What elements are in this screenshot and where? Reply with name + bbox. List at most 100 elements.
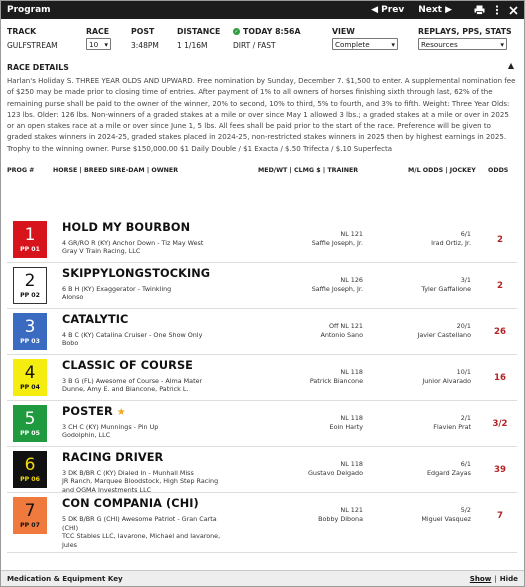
jockey: Tyler Gaffalione (421, 285, 471, 293)
entry-row[interactable]: 2 PP 02 SKIPPYLONGSTOCKING 6 B H (KY) Exag… (7, 263, 517, 309)
jockey: Flavien Prat (433, 423, 471, 431)
trainer: Eoin Harty (329, 423, 363, 431)
view-select[interactable]: Complete ▾ (332, 38, 398, 50)
horse-name[interactable]: CON COMPANIA (CHI) (62, 497, 199, 510)
morning-line-odds: 5/2 (460, 506, 471, 514)
print-icon[interactable] (474, 5, 485, 15)
live-odds: 2 (497, 235, 503, 245)
replays-label: REPLAYS, PPS, STATS (418, 27, 512, 36)
jockey: Javier Castellano (417, 331, 471, 339)
entry-row[interactable]: 7 PP 07 CON COMPANIA (CHI) 5 DK B/BR G (CH… (7, 493, 517, 553)
trainer: Gustavo Delgado (307, 469, 363, 477)
breed-line: 5 DK B/BR G (CHI) Awesome Patriot - Gran… (62, 515, 217, 532)
morning-line-odds: 3/1 (460, 276, 471, 284)
col-ml: M/L ODDS | JOCKEY (408, 166, 476, 174)
checkmark-icon: ✓ (233, 28, 240, 35)
chevron-down-icon: ▾ (391, 39, 395, 49)
star-icon: ★ (116, 407, 126, 418)
horse-name-text: HOLD MY BOURBON (62, 221, 191, 234)
program-number: 5 (24, 409, 36, 429)
saddle-cloth: 5 PP 05 (13, 405, 47, 442)
entry-row[interactable]: 5 PP 05 POSTER ★ 3 CH C (KY) Munnings - Pin… (7, 401, 517, 447)
prev-button[interactable]: ◀ Prev (371, 5, 404, 15)
medication-key-title: Medication & Equipment Key (7, 574, 123, 583)
med-weight: NL 126 (340, 276, 363, 284)
next-button[interactable]: Next ▶ (418, 5, 452, 15)
owner-line: JR Ranch, Marquee Bloodstock, High Step … (62, 477, 219, 494)
race-conditions-text: THREE YEAR OLDS AND UPWARD. Free nominat… (7, 76, 516, 153)
saddle-cloth: 6 PP 06 (13, 451, 47, 488)
saddle-cloth: 3 PP 03 (13, 313, 47, 350)
live-odds: 3/2 (492, 419, 508, 429)
race-name: Harlan's Holiday S. (7, 76, 74, 85)
jockey: Edgard Zayas (427, 469, 471, 477)
entries-header: PROG # HORSE | BREED SIRE-DAM | OWNER ME… (1, 163, 524, 177)
horse-name-text: SKIPPYLONGSTOCKING (62, 267, 211, 280)
horse-name-text: CATALYTIC (62, 313, 129, 326)
trainer: Bobby Dibona (318, 515, 363, 523)
program-number: 7 (24, 501, 36, 521)
live-odds: 7 (497, 511, 503, 521)
entry-row[interactable]: 3 PP 03 CATALYTIC 4 B C (KY) Catalina Crui… (7, 309, 517, 355)
post-value: 3:48PM (131, 40, 159, 50)
program-panel: Program ◀ Prev Next ▶ TRACK GULFSTREAM R… (0, 0, 525, 587)
horse-name[interactable]: RACING DRIVER (62, 451, 163, 464)
live-odds: 2 (497, 281, 503, 291)
col-horse: HORSE | BREED SIRE-DAM | OWNER (53, 166, 179, 174)
jockey: Miguel Vasquez (421, 515, 471, 523)
horse-name-text: CLASSIC OF COURSE (62, 359, 193, 372)
race-details-title: RACE DETAILS (7, 63, 69, 72)
trainer: Saffie Joseph, Jr. (311, 285, 363, 293)
saddle-cloth: 1 PP 01 (13, 221, 47, 258)
horse-name-text: POSTER (62, 405, 113, 418)
footer-separator: | (494, 574, 497, 583)
entry-row[interactable]: 1 PP 01 HOLD MY BOURBON 4 GR/RO R (KY) Anc… (7, 217, 517, 263)
race-header: TRACK GULFSTREAM RACE 10 ▾ POST 3:48PM D… (1, 19, 524, 52)
med-weight: NL 121 (340, 506, 363, 514)
trainer: Antonio Sano (320, 331, 363, 339)
panel-title: Program (7, 5, 51, 15)
program-number: 6 (24, 455, 36, 475)
horse-name[interactable]: HOLD MY BOURBON (62, 221, 190, 234)
live-odds: 16 (494, 373, 506, 383)
horse-name[interactable]: CLASSIC OF COURSE (62, 359, 193, 372)
post-position: PP 02 (20, 292, 40, 299)
owner-line: Bobo (62, 339, 79, 347)
chevron-down-icon: ▾ (500, 39, 504, 49)
view-select-value: Complete (335, 39, 370, 49)
owner-line: Alonso (62, 293, 84, 301)
jockey: Junior Alvarado (422, 377, 471, 385)
owner-line: Gray V Train Racing, LLC (62, 247, 141, 255)
post-position: PP 04 (20, 384, 40, 391)
post-label: POST (131, 27, 155, 36)
entry-row[interactable]: 4 PP 04 CLASSIC OF COURSE 3 B G (FL) Aweso… (7, 355, 517, 401)
med-weight: NL 121 (340, 230, 363, 238)
program-number: 1 (24, 225, 36, 245)
surface-value: DIRT / FAST (233, 40, 276, 50)
resources-select[interactable]: Resources ▾ (418, 38, 507, 50)
saddle-cloth: 4 PP 04 (13, 359, 47, 396)
horse-name[interactable]: SKIPPYLONGSTOCKING (62, 267, 210, 280)
med-weight: Off NL 121 (328, 322, 363, 330)
entry-row[interactable]: 6 PP 06 RACING DRIVER 3 DK B/BR C (KY) Dia… (7, 447, 517, 494)
saddle-cloth: 7 PP 07 (13, 497, 47, 534)
morning-line-odds: 20/1 (456, 322, 471, 330)
show-link[interactable]: Show (470, 574, 492, 583)
race-select[interactable]: 10 ▾ (86, 38, 111, 50)
more-menu-icon[interactable] (495, 5, 499, 15)
chevron-down-icon: ▾ (104, 39, 108, 49)
race-label: RACE (86, 27, 110, 36)
morning-line-odds: 6/1 (460, 230, 471, 238)
horse-name[interactable]: CATALYTIC (62, 313, 128, 326)
post-position: PP 03 (20, 338, 40, 345)
close-icon[interactable] (509, 5, 518, 15)
trainer: Patrick Biancone (309, 377, 363, 385)
distance-label: DISTANCE (177, 27, 221, 36)
saddle-cloth: 2 PP 02 (13, 267, 47, 304)
hide-link[interactable]: Hide (500, 574, 518, 583)
col-prog: PROG # (7, 166, 35, 174)
live-odds: 39 (494, 465, 506, 475)
horse-name[interactable]: POSTER ★ (62, 405, 126, 418)
collapse-icon[interactable]: ▲ (508, 61, 514, 70)
owner-line: Godolphin, LLC (62, 431, 111, 439)
